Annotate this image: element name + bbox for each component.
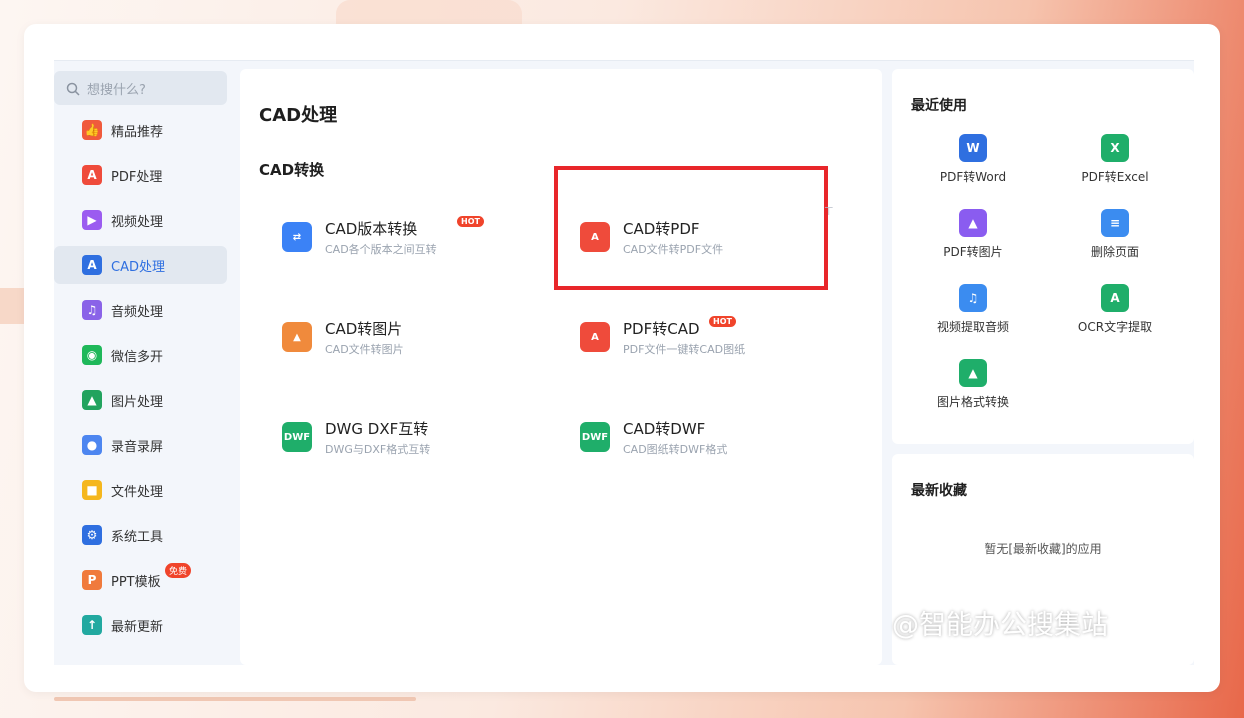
thumbs-up-icon: 👍 bbox=[82, 120, 102, 140]
pdf-to-excel-icon: X bbox=[1101, 134, 1129, 162]
video-play-icon: ▶ bbox=[82, 210, 102, 230]
image-icon: ▲ bbox=[82, 390, 102, 410]
recent-item[interactable]: W PDF转Word bbox=[913, 134, 1033, 194]
sidebar-item-label: PDF处理 bbox=[111, 169, 163, 185]
search-input[interactable]: 想搜什么? bbox=[54, 71, 227, 105]
sidebar-item[interactable]: ◉ 微信多开 bbox=[54, 336, 227, 374]
sidebar-item[interactable]: ■ 文件处理 bbox=[54, 471, 227, 509]
page-title: CAD处理 bbox=[259, 105, 338, 126]
sidebar-item-label: 录音录屏 bbox=[111, 439, 164, 455]
tool-name: CAD版本转换 bbox=[325, 220, 418, 238]
upload-icon: ↑ bbox=[82, 615, 102, 635]
sidebar-item[interactable]: ● 录音录屏 bbox=[54, 426, 227, 464]
sidebar-item[interactable]: ▶ 视频处理 bbox=[54, 201, 227, 239]
sidebar-item-label: 视频处理 bbox=[111, 214, 164, 230]
favorites-empty-text: 暂无[最新收藏]的应用 bbox=[984, 542, 1102, 556]
cad-to-dwf-icon: DWF bbox=[580, 422, 610, 452]
tool-card[interactable]: A PDF转CAD PDF文件一键转CAD图纸 HOT bbox=[580, 314, 850, 362]
pdf-to-cad-icon: A bbox=[580, 322, 610, 352]
extract-audio-icon: ♫ bbox=[959, 284, 987, 312]
tool-card[interactable]: ⇄ CAD版本转换 CAD各个版本之间互转 HOT bbox=[282, 214, 552, 262]
sidebar-item[interactable]: ▲ 图片处理 bbox=[54, 381, 227, 419]
tool-card[interactable]: DWF DWG DXF互转 DWG与DXF格式互转 bbox=[282, 414, 552, 462]
sidebar-item[interactable]: P PPT模板 免费 bbox=[54, 561, 227, 599]
tool-card[interactable]: DWF CAD转DWF CAD图纸转DWF格式 bbox=[580, 414, 850, 462]
sidebar-nav: 👍 精品推荐 A PDF处理 ▶ 视频处理 A CAD处理 ♫ 音频处理 ◉ 微信多开 ▲ 图片处理 ● 录音… bbox=[54, 111, 227, 651]
recent-item[interactable]: ♫ 视频提取音频 bbox=[913, 284, 1033, 344]
recent-item-label: PDF转Word bbox=[939, 170, 1007, 184]
hot-badge: HOT bbox=[457, 216, 484, 227]
sidebar-item[interactable]: ↑ 最新更新 bbox=[54, 606, 227, 644]
pdf-icon: A bbox=[82, 165, 102, 185]
recent-item-label: OCR文字提取 bbox=[1077, 320, 1153, 334]
sidebar-item[interactable]: A CAD处理 bbox=[54, 246, 227, 284]
tool-name: DWG DXF互转 bbox=[325, 420, 429, 438]
image-format-icon: ▲ bbox=[959, 359, 987, 387]
main-panel: CAD处理 CAD转换 ⇄ CAD版本转换 CAD各个版本之间互转 HOT A CAD转P… bbox=[240, 69, 882, 665]
gear-icon: ⚙ bbox=[82, 525, 102, 545]
search-placeholder: 想搜什么? bbox=[87, 82, 146, 98]
recent-item-label: 视频提取音频 bbox=[936, 320, 1009, 334]
pdf-to-word-icon: W bbox=[959, 134, 987, 162]
sidebar-item[interactable]: A PDF处理 bbox=[54, 156, 227, 194]
tool-description: DWG与DXF格式互转 bbox=[325, 443, 431, 456]
recent-item[interactable]: A OCR文字提取 bbox=[1055, 284, 1175, 344]
watermark: @智能办公搜集站 bbox=[892, 610, 1108, 641]
sidebar: 想搜什么? 👍 精品推荐 A PDF处理 ▶ 视频处理 A CAD处理 ♫ 音频处理 ◉ 微信多开 ▲ 图… bbox=[54, 61, 240, 665]
recent-panel: 最近使用 W PDF转Word X PDF转Excel ▲ PDF转图片 ≡ 删除页面 ♫ 视频提… bbox=[892, 69, 1194, 444]
pdf-to-image-icon: ▲ bbox=[959, 209, 987, 237]
wechat-icon: ◉ bbox=[82, 345, 102, 365]
music-note-icon: ♫ bbox=[82, 300, 102, 320]
cad-to-image-icon: ▲ bbox=[282, 322, 312, 352]
background-scrollbar-shape bbox=[54, 697, 416, 701]
app-window: 想搜什么? 👍 精品推荐 A PDF处理 ▶ 视频处理 A CAD处理 ♫ 音频处理 ◉ 微信多开 ▲ 图… bbox=[24, 24, 1220, 692]
ocr-icon: A bbox=[1101, 284, 1129, 312]
version-convert-icon: ⇄ bbox=[282, 222, 312, 252]
sidebar-item-label: CAD处理 bbox=[111, 259, 165, 275]
sidebar-item-label: 系统工具 bbox=[111, 529, 164, 545]
recent-item-label: PDF转Excel bbox=[1081, 170, 1149, 184]
recent-item[interactable]: ▲ PDF转图片 bbox=[913, 209, 1033, 269]
microphone-icon: ● bbox=[82, 435, 102, 455]
tool-description: CAD各个版本之间互转 bbox=[325, 243, 437, 256]
highlight-box bbox=[554, 166, 828, 290]
sidebar-item-label: 音频处理 bbox=[111, 304, 164, 320]
free-badge: 免费 bbox=[165, 563, 192, 578]
sidebar-item[interactable]: 👍 精品推荐 bbox=[54, 111, 227, 149]
recent-item[interactable]: ≡ 删除页面 bbox=[1055, 209, 1175, 269]
pin-icon[interactable]: ⊤ bbox=[824, 205, 834, 218]
sidebar-item-label: 图片处理 bbox=[111, 394, 164, 410]
sidebar-item-label: 最新更新 bbox=[111, 619, 164, 635]
recent-item[interactable]: ▲ 图片格式转换 bbox=[913, 359, 1033, 419]
sidebar-item-label: PPT模板 bbox=[111, 574, 161, 590]
tool-description: PDF文件一键转CAD图纸 bbox=[623, 343, 746, 356]
app-content: 想搜什么? 👍 精品推荐 A PDF处理 ▶ 视频处理 A CAD处理 ♫ 音频处理 ◉ 微信多开 ▲ 图… bbox=[54, 60, 1194, 665]
favorites-title: 最新收藏 bbox=[911, 483, 967, 499]
ppt-icon: P bbox=[82, 570, 102, 590]
tool-description: CAD图纸转DWF格式 bbox=[623, 443, 728, 456]
section-title: CAD转换 bbox=[259, 161, 325, 179]
recent-item-label: 删除页面 bbox=[1090, 245, 1139, 259]
search-icon bbox=[66, 81, 80, 96]
sidebar-item-label: 精品推荐 bbox=[111, 124, 164, 140]
recent-item[interactable]: X PDF转Excel bbox=[1055, 134, 1175, 194]
sidebar-item-label: 微信多开 bbox=[111, 349, 164, 365]
recent-title: 最近使用 bbox=[911, 98, 967, 114]
folder-icon: ■ bbox=[82, 480, 102, 500]
dwg-dxf-icon: DWF bbox=[282, 422, 312, 452]
tool-description: CAD文件转图片 bbox=[325, 343, 404, 356]
sidebar-item[interactable]: ⚙ 系统工具 bbox=[54, 516, 227, 554]
tool-name: CAD转DWF bbox=[623, 420, 706, 438]
tool-card[interactable]: ▲ CAD转图片 CAD文件转图片 bbox=[282, 314, 552, 362]
tool-name: CAD转图片 bbox=[325, 320, 403, 338]
recent-item-label: 图片格式转换 bbox=[936, 395, 1009, 409]
tool-name: PDF转CAD bbox=[623, 320, 700, 338]
hot-badge: HOT bbox=[709, 316, 736, 327]
delete-page-icon: ≡ bbox=[1101, 209, 1129, 237]
sidebar-item[interactable]: ♫ 音频处理 bbox=[54, 291, 227, 329]
recent-item-label: PDF转图片 bbox=[943, 245, 1003, 259]
cad-icon: A bbox=[82, 255, 102, 275]
sidebar-item-label: 文件处理 bbox=[111, 484, 164, 500]
